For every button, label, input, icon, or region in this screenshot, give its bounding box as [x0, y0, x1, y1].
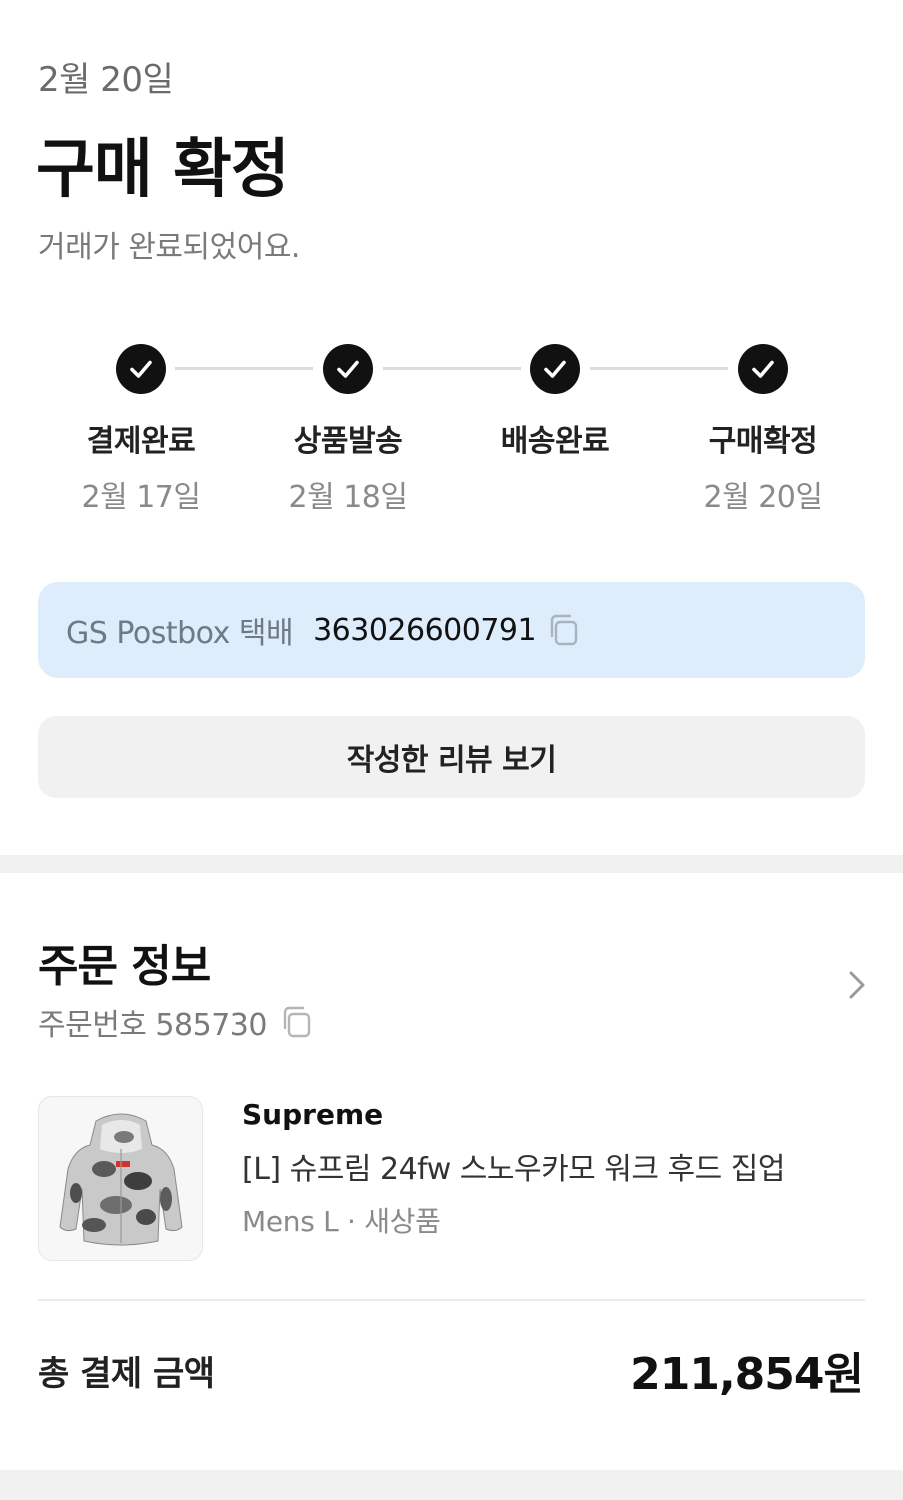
tracking-number: 363026600791	[313, 612, 537, 648]
product-name[interactable]: [L] 슈프림 24fw 스노우카모 워크 후드 집업	[242, 1144, 785, 1188]
order-number: 주문번호 585730	[38, 1008, 267, 1043]
step-label: 상품발송	[293, 424, 403, 459]
step-purchase-confirmed: 구매확정 2월 20일	[673, 340, 853, 516]
check-icon	[738, 344, 788, 394]
step-label: 배송완료	[500, 424, 610, 459]
page-title: 구매 확정	[36, 133, 290, 207]
product-brand: Supreme	[242, 1098, 384, 1131]
section-divider	[0, 855, 903, 873]
step-label: 결제완료	[86, 424, 196, 459]
section-divider	[0, 1470, 903, 1500]
order-number-row: 주문번호 585730	[38, 1000, 315, 1044]
page-subtitle: 거래가 완료되었어요.	[38, 230, 300, 265]
step-date: 2월 20일	[703, 480, 824, 515]
check-icon	[116, 344, 166, 394]
step-delivered: 배송완료	[465, 340, 645, 472]
step-date: 2월 17일	[81, 480, 202, 515]
progress-steps: 결제완료 2월 17일 상품발송 2월 18일 배송완료 구매확정 2월 20일	[0, 340, 903, 520]
product-options: Mens L · 새상품	[242, 1205, 441, 1238]
step-shipped: 상품발송 2월 18일	[258, 340, 438, 516]
carrier-name: GS Postbox 택배	[66, 616, 294, 651]
copy-icon[interactable]	[279, 1004, 315, 1040]
total-payment-label: 총 결제 금액	[38, 1354, 215, 1394]
check-icon	[530, 344, 580, 394]
product-image[interactable]	[38, 1096, 203, 1261]
total-payment-value: 211,854원	[630, 1349, 864, 1400]
status-date: 2월 20일	[38, 60, 174, 100]
view-review-button[interactable]: 작성한 리뷰 보기	[38, 716, 865, 798]
divider	[38, 1299, 865, 1301]
copy-icon[interactable]	[546, 612, 582, 648]
tracking-info-box: GS Postbox 택배 363026600791	[38, 582, 865, 678]
order-info-title: 주문 정보	[38, 941, 211, 992]
step-payment-complete: 결제완료 2월 17일	[51, 340, 231, 516]
step-date: 2월 18일	[288, 480, 409, 515]
chevron-right-icon[interactable]	[845, 968, 869, 1006]
check-icon	[323, 344, 373, 394]
step-label: 구매확정	[708, 424, 818, 459]
hoodie-image	[58, 1113, 183, 1245]
